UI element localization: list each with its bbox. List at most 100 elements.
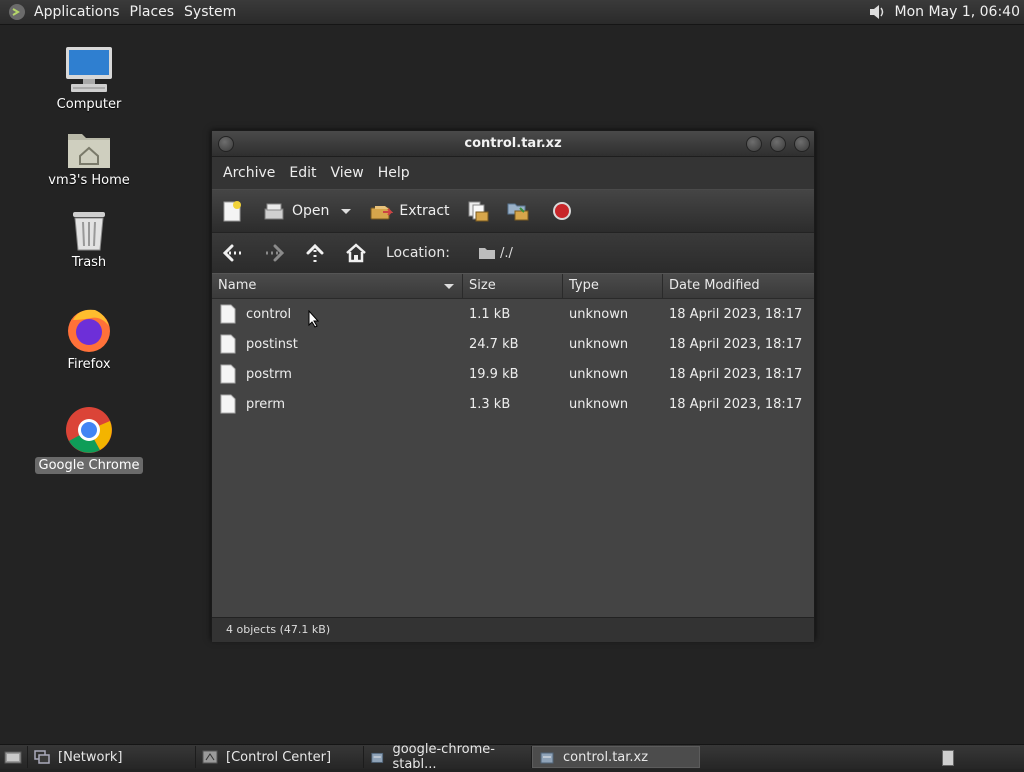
up-icon[interactable] bbox=[302, 242, 328, 264]
computer-icon bbox=[66, 47, 112, 92]
file-size: 1.1 kB bbox=[469, 306, 511, 322]
menu-help[interactable]: Help bbox=[371, 165, 417, 181]
system-menu[interactable]: System bbox=[182, 4, 244, 20]
desktop-icon-label: Firefox bbox=[67, 357, 111, 372]
open-label: Open bbox=[292, 203, 330, 219]
column-size[interactable]: Size bbox=[463, 274, 563, 298]
applications-menu[interactable]: Applications bbox=[32, 4, 128, 20]
menu-view[interactable]: View bbox=[324, 165, 371, 181]
archive-icon bbox=[540, 752, 554, 764]
file-size: 1.3 kB bbox=[469, 396, 511, 412]
file-date: 18 April 2023, 18:17 bbox=[669, 306, 803, 322]
task-control-tar-xz[interactable]: control.tar.xz bbox=[532, 746, 700, 768]
location-path[interactable]: /./ bbox=[478, 246, 513, 261]
mate-logo-icon[interactable] bbox=[8, 3, 26, 21]
file-type: unknown bbox=[569, 306, 629, 322]
file-date: 18 April 2023, 18:17 bbox=[669, 366, 803, 382]
home-icon[interactable] bbox=[343, 242, 369, 264]
status-bar: 4 objects (47.1 kB) bbox=[212, 617, 814, 642]
file-name: postrm bbox=[246, 366, 292, 382]
add-files-button[interactable] bbox=[466, 200, 490, 222]
toolbar: Open Extract bbox=[212, 189, 814, 232]
sort-descending-icon bbox=[444, 284, 454, 289]
show-desktop-button[interactable] bbox=[0, 746, 28, 768]
trash-icon bbox=[73, 212, 105, 251]
places-menu[interactable]: Places bbox=[128, 4, 183, 20]
speaker-icon[interactable] bbox=[866, 1, 888, 23]
top-panel-tray: Mon May 1, 06:40 bbox=[866, 0, 1020, 24]
menu-archive[interactable]: Archive bbox=[216, 165, 282, 181]
firefox-icon bbox=[68, 309, 110, 352]
desktop-icon-home[interactable]: vm3's Home bbox=[34, 128, 144, 189]
extract-button[interactable]: Extract bbox=[369, 200, 450, 222]
column-date-label: Date Modified bbox=[669, 278, 760, 293]
add-folder-button[interactable] bbox=[506, 200, 530, 222]
location-path-text: /./ bbox=[499, 245, 513, 261]
close-button[interactable] bbox=[794, 136, 810, 152]
new-archive-icon bbox=[223, 201, 241, 222]
minimize-button[interactable] bbox=[746, 136, 762, 152]
stop-button[interactable] bbox=[550, 200, 574, 222]
file-size: 24.7 kB bbox=[469, 336, 519, 352]
add-files-icon bbox=[468, 201, 489, 222]
maximize-button[interactable] bbox=[770, 136, 786, 152]
desktop-icon-computer[interactable]: Computer bbox=[34, 46, 144, 113]
file-icon bbox=[220, 334, 236, 354]
mouse-cursor-icon bbox=[308, 310, 320, 328]
archive-manager-window: control.tar.xz Archive Edit View Help Op… bbox=[211, 130, 815, 642]
bottom-panel: [Network] [Control Center] google-chrome… bbox=[0, 742, 1024, 772]
column-type[interactable]: Type bbox=[563, 274, 663, 298]
task-label: control.tar.xz bbox=[563, 749, 649, 765]
extract-label: Extract bbox=[399, 203, 450, 219]
desktop-icon-chrome[interactable]: Google Chrome bbox=[34, 405, 144, 474]
open-button[interactable]: Open bbox=[262, 200, 353, 222]
file-date: 18 April 2023, 18:17 bbox=[669, 336, 803, 352]
task-network[interactable]: [Network] bbox=[28, 746, 196, 768]
desktop-icon-label: Trash bbox=[71, 255, 107, 270]
column-header: Name Size Type Date Modified bbox=[212, 273, 814, 299]
folder-icon bbox=[478, 248, 495, 259]
column-name[interactable]: Name bbox=[212, 274, 463, 298]
desktop-icon-trash[interactable]: Trash bbox=[34, 208, 144, 271]
windows-icon bbox=[34, 750, 50, 764]
file-icon bbox=[220, 364, 236, 384]
file-name: prerm bbox=[246, 396, 286, 412]
clock[interactable]: Mon May 1, 06:40 bbox=[894, 4, 1020, 20]
chrome-icon bbox=[66, 407, 112, 453]
forward-icon[interactable] bbox=[261, 242, 287, 264]
file-icon bbox=[220, 304, 236, 324]
table-row[interactable]: prerm 1.3 kB unknown 18 April 2023, 18:1… bbox=[212, 389, 814, 419]
desktop-icon-label: vm3's Home bbox=[48, 173, 130, 188]
file-size: 19.9 kB bbox=[469, 366, 519, 382]
file-name: postinst bbox=[246, 336, 298, 352]
new-archive-button[interactable] bbox=[220, 200, 244, 222]
column-date-modified[interactable]: Date Modified bbox=[663, 274, 812, 298]
file-type: unknown bbox=[569, 366, 629, 382]
task-control-center[interactable]: [Control Center] bbox=[196, 746, 364, 768]
control-center-icon bbox=[202, 750, 218, 764]
table-row[interactable]: postrm 19.9 kB unknown 18 April 2023, 18… bbox=[212, 359, 814, 389]
task-google-chrome[interactable]: google-chrome-stabl... bbox=[364, 742, 532, 772]
extract-icon bbox=[370, 206, 394, 220]
workspace-switcher[interactable] bbox=[942, 750, 954, 766]
window-titlebar[interactable]: control.tar.xz bbox=[212, 131, 814, 157]
table-row[interactable]: postinst 24.7 kB unknown 18 April 2023, … bbox=[212, 329, 814, 359]
back-icon[interactable] bbox=[220, 242, 246, 264]
menu-edit[interactable]: Edit bbox=[282, 165, 323, 181]
file-date: 18 April 2023, 18:17 bbox=[669, 396, 803, 412]
file-icon bbox=[220, 394, 236, 414]
stop-icon bbox=[552, 202, 571, 220]
file-name: control bbox=[246, 306, 292, 322]
desktop-icon-label: Computer bbox=[56, 97, 122, 112]
table-row[interactable]: control 1.1 kB unknown 18 April 2023, 18… bbox=[212, 299, 814, 329]
window-menu-button[interactable] bbox=[218, 136, 234, 152]
location-bar: Location: /./ bbox=[212, 232, 814, 273]
window-menubar: Archive Edit View Help bbox=[212, 157, 814, 189]
archive-icon bbox=[371, 752, 384, 763]
task-label: [Network] bbox=[58, 749, 123, 765]
open-dropdown-icon[interactable] bbox=[339, 204, 353, 218]
location-label: Location: bbox=[386, 245, 450, 261]
file-type: unknown bbox=[569, 396, 629, 412]
file-type: unknown bbox=[569, 336, 629, 352]
desktop-icon-firefox[interactable]: Firefox bbox=[34, 306, 144, 373]
